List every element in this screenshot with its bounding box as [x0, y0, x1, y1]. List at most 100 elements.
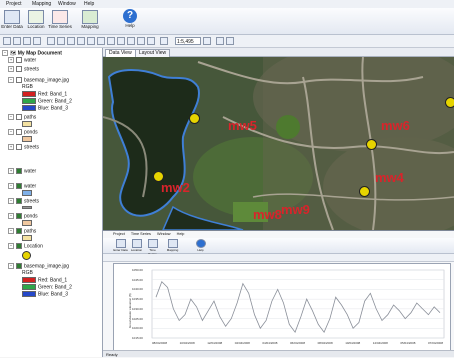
- identify-icon[interactable]: [97, 37, 105, 45]
- scale-field[interactable]: 1:5,495: [175, 37, 201, 45]
- time-series-chart: [151, 269, 445, 339]
- inner-enter-data-button[interactable]: Enter Data: [113, 239, 128, 252]
- x-tick-label: 02/04/2008: [234, 341, 250, 345]
- x-tick-label: 08/04/2008: [317, 341, 333, 345]
- mapping-icon: [82, 10, 98, 24]
- menu-help[interactable]: Help: [84, 1, 94, 7]
- tab-layout-view[interactable]: Layout View: [135, 49, 171, 57]
- help-icon: ?: [123, 9, 137, 23]
- mapping-button[interactable]: Mapping: [78, 9, 102, 33]
- time-series-window: Project Time Series Window Help Enter Da…: [103, 230, 454, 358]
- inner-chart-toolbar: [103, 254, 454, 262]
- toc-layer-basemap[interactable]: − basemap_image.jpg: [8, 77, 69, 84]
- toc-band-red: Red: Band_1: [22, 91, 67, 98]
- y-tick-label: 1020.00: [132, 326, 143, 331]
- refresh-icon[interactable]: [137, 37, 145, 45]
- toc-layer-streets-3[interactable]: − streets: [8, 198, 39, 205]
- table-icon: [4, 10, 20, 24]
- well-marker-mw2[interactable]: [153, 171, 164, 182]
- toc-root[interactable]: − 🗺 My Map Document: [2, 50, 62, 57]
- y-tick-label: 1015.00: [132, 336, 143, 340]
- x-tick-label: 08/04/2008: [152, 341, 168, 345]
- map-tools-toolbar: 1:5,495: [0, 35, 454, 48]
- measure-icon[interactable]: [107, 37, 115, 45]
- view-tabs: Data View Layout View: [103, 48, 454, 57]
- toc-layer-water-3[interactable]: − water: [8, 183, 36, 190]
- x-tick-label: 10/04/2008: [179, 341, 195, 345]
- open-icon[interactable]: [13, 37, 21, 45]
- x-tick-label: 07/04/2008: [428, 341, 444, 345]
- toc-band-green: Green: Band_2: [22, 98, 72, 105]
- y-tick-label: 1035.00: [132, 297, 143, 302]
- inner-mapping-button[interactable]: Mapping: [165, 239, 180, 252]
- help-button[interactable]: ? Help: [118, 9, 142, 33]
- y-tick-label: 1050.00: [132, 268, 143, 272]
- toc-layer-ponds[interactable]: − ponds: [8, 129, 38, 136]
- pan-icon[interactable]: [67, 37, 75, 45]
- y-tick-label: 1025.00: [132, 316, 143, 321]
- aerial-map: [103, 57, 454, 230]
- time-series-button[interactable]: Time Series: [48, 9, 72, 33]
- menu-mapping[interactable]: Mapping: [32, 1, 51, 7]
- enter-data-button[interactable]: Enter Data: [0, 9, 24, 33]
- well-marker-mw4[interactable]: [359, 186, 370, 197]
- full-extent-icon[interactable]: [77, 37, 85, 45]
- add-layer-icon[interactable]: [33, 37, 41, 45]
- inner-location-button[interactable]: Location: [129, 239, 144, 252]
- tab-data-view[interactable]: Data View: [105, 49, 136, 57]
- table-of-contents: − 🗺 My Map Document + water + streets − base…: [0, 48, 103, 357]
- toc-layer-basemap-2[interactable]: − basemap_image.jpg: [8, 263, 69, 270]
- info-icon[interactable]: [216, 37, 224, 45]
- toc-layer-streets[interactable]: + streets: [8, 66, 39, 73]
- x-tick-label: 10/04/2008: [345, 341, 361, 345]
- label-mw4: mw4: [375, 170, 404, 185]
- map-document-icon: 🗺: [10, 50, 17, 57]
- globe-icon[interactable]: [147, 37, 155, 45]
- save-icon[interactable]: [23, 37, 31, 45]
- main-toolbar: Enter Data Location Time Series Mapping …: [0, 8, 454, 35]
- new-icon[interactable]: [3, 37, 11, 45]
- inner-help-button[interactable]: Help: [193, 239, 208, 252]
- select-icon[interactable]: [87, 37, 95, 45]
- x-tick-label: 06/04/2008: [290, 341, 306, 345]
- inner-toolbar: Enter Data Location Time Series Mapping …: [103, 238, 454, 256]
- well-marker-mw5[interactable]: [189, 113, 200, 124]
- next-extent-icon[interactable]: [127, 37, 135, 45]
- well-marker-mw6[interactable]: [366, 139, 377, 150]
- location-button[interactable]: Location: [24, 9, 48, 33]
- zoom-in-icon[interactable]: [47, 37, 55, 45]
- location-symbol-icon: [22, 251, 31, 260]
- previous-extent-icon[interactable]: [117, 37, 125, 45]
- toc-layer-paths-2[interactable]: − paths: [8, 228, 36, 235]
- menu-window[interactable]: Window: [58, 1, 76, 7]
- menu-project[interactable]: Project: [6, 1, 22, 7]
- x-tick-label: 12/04/2008: [207, 341, 223, 345]
- scale-dropdown-icon[interactable]: [203, 37, 211, 45]
- well-marker-edge[interactable]: [445, 97, 454, 108]
- collapse-icon[interactable]: −: [2, 50, 8, 56]
- toc-layer-water-2[interactable]: + water: [8, 168, 36, 175]
- label-mw6: mw6: [381, 118, 410, 133]
- print-icon[interactable]: [226, 37, 234, 45]
- x-tick-label: 12/04/2008: [372, 341, 388, 345]
- toc-layer-paths[interactable]: − paths: [8, 114, 36, 121]
- label-mw9: mw9: [281, 202, 310, 217]
- pointer-icon[interactable]: [160, 37, 168, 45]
- location-icon: [28, 10, 44, 24]
- label-mw5: mw5: [228, 118, 257, 133]
- toc-band-blue: Blue: Band_3: [22, 105, 68, 112]
- time-series-chart-panel: Groundwater elevation (ft) 1050.00 1045.0…: [113, 263, 451, 354]
- label-mw2: mw2: [161, 180, 190, 195]
- map-view[interactable]: mw5 mw2 mw6 mw4 mw8 mw9: [103, 57, 454, 230]
- time-series-icon: [52, 10, 68, 24]
- toc-layer-ponds-2[interactable]: − ponds: [8, 213, 38, 220]
- y-tick-label: 1040.00: [132, 287, 143, 292]
- y-tick-label: 1045.00: [132, 277, 143, 282]
- toc-rgb-label: RGB: [22, 84, 33, 90]
- y-tick-label: 1030.00: [132, 306, 143, 311]
- zoom-out-icon[interactable]: [57, 37, 65, 45]
- toc-layer-water[interactable]: + water: [8, 57, 36, 64]
- label-mw8: mw8: [253, 207, 282, 222]
- toc-layer-location[interactable]: − Location: [8, 243, 43, 250]
- toc-layer-streets-2[interactable]: + streets: [8, 144, 39, 151]
